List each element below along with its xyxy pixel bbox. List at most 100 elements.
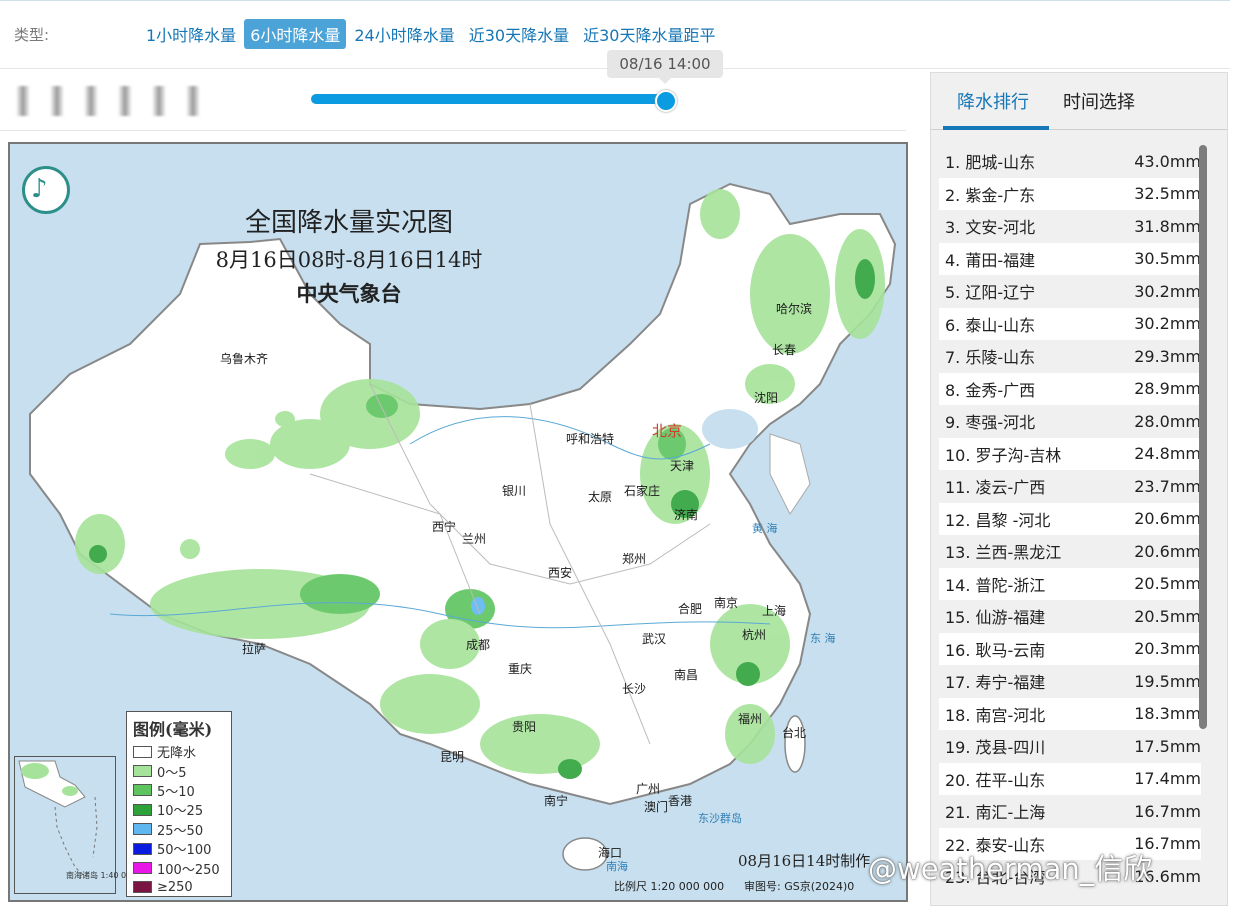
city-label: 武汉	[642, 632, 667, 646]
legend-item: 无降水	[133, 742, 225, 761]
ranking-value: 16.7mm	[1134, 801, 1201, 821]
legend-swatch	[133, 862, 152, 875]
tab-6h-precip[interactable]: 6小时降水量	[244, 19, 347, 49]
ranking-value: 17.4mm	[1134, 769, 1201, 789]
weibo-watermark: @weatherman_信欣	[868, 852, 1153, 886]
ranking-row[interactable]: 9. 枣强-河北 28.0mm	[939, 405, 1201, 438]
ranking-row[interactable]: 5. 辽阳-辽宁 30.2mm	[939, 275, 1201, 308]
legend-swatch	[133, 842, 152, 855]
ranking-station: 5. 辽阳-辽宁	[945, 283, 1036, 303]
map-scale: 比例尺 1:20 000 000	[614, 880, 725, 893]
ranking-station: 12. 昌黎 -河北	[945, 510, 1051, 530]
ranking-station: 17. 寿宁-福建	[945, 673, 1046, 693]
ranking-station: 8. 金秀-广西	[945, 380, 1036, 400]
legend-item: 0～5	[133, 761, 225, 781]
ranking-row[interactable]: 20. 茌平-山东 17.4mm	[939, 762, 1201, 795]
city-label: 杭州	[742, 628, 767, 642]
blurred-play-controls	[16, 86, 200, 116]
ranking-row[interactable]: 19. 茂县-四川 17.5mm	[939, 730, 1201, 763]
map-period: 8月16日08时-8月16日14时	[215, 248, 483, 272]
time-slider-track[interactable]	[311, 94, 665, 104]
legend-title: 图例(毫米)	[133, 720, 213, 739]
ranking-row[interactable]: 17. 寿宁-福建 19.5mm	[939, 665, 1201, 698]
ranking-scrollbar[interactable]	[1199, 145, 1207, 729]
ranking-row[interactable]: 1. 肥城-山东 43.0mm	[939, 145, 1201, 178]
ranking-value: 30.5mm	[1134, 249, 1201, 269]
legend-label: 25～50	[157, 823, 204, 839]
legend-item: 50～100	[133, 839, 225, 858]
ranking-row[interactable]: 2. 紫金-广东 32.5mm	[939, 177, 1201, 210]
tab-time-select[interactable]: 时间选择	[1063, 88, 1135, 114]
tab-1h-precip[interactable]: 1小时降水量	[140, 19, 242, 49]
production-time: 08月16日14时制作	[738, 852, 871, 870]
ranking-value: 28.0mm	[1134, 411, 1201, 431]
ranking-row[interactable]: 4. 莆田-福建 30.5mm	[939, 242, 1201, 275]
legend-swatch	[133, 803, 152, 816]
time-slider-handle[interactable]	[655, 90, 677, 112]
ranking-row[interactable]: 3. 文安-河北 31.8mm	[939, 210, 1201, 243]
legend-swatch	[133, 881, 152, 894]
city-label: 哈尔滨	[776, 302, 813, 316]
city-label: 台北	[782, 726, 807, 740]
ranking-value: 19.5mm	[1134, 671, 1201, 691]
ranking-row[interactable]: 16. 耿马-云南 20.3mm	[939, 632, 1201, 665]
ranking-row[interactable]: 13. 兰西-黑龙江 20.6mm	[939, 535, 1201, 568]
ranking-row[interactable]: 6. 泰山-山东 30.2mm	[939, 307, 1201, 340]
city-label: 郑州	[622, 552, 647, 566]
city-label: 长沙	[622, 682, 647, 696]
tab-30d-anomaly[interactable]: 近30天降水量距平	[577, 19, 721, 49]
ranking-row[interactable]: 8. 金秀-广西 28.9mm	[939, 372, 1201, 405]
city-label: 乌鲁木齐	[220, 352, 269, 366]
city-label: 上海	[762, 604, 787, 618]
ranking-value: 20.6mm	[1134, 509, 1201, 529]
city-label: 香港	[668, 794, 693, 808]
panel-tabs: 降水排行 时间选择	[931, 73, 1227, 130]
legend-label: 100～250	[157, 862, 220, 878]
ranking-station: 20. 茌平-山东	[945, 770, 1046, 790]
city-label: 贵阳	[512, 720, 537, 734]
city-label: 南宁	[544, 794, 569, 808]
ranking-row[interactable]: 21. 南汇-上海 16.7mm	[939, 795, 1201, 828]
city-label: 长春	[772, 343, 797, 357]
ranking-row[interactable]: 7. 乐陵-山东 29.3mm	[939, 340, 1201, 373]
map-agency: 中央气象台	[296, 281, 402, 306]
ranking-station: 21. 南汇-上海	[945, 803, 1046, 823]
legend-label: 50～100	[157, 843, 212, 859]
ranking-value: 30.2mm	[1134, 281, 1201, 301]
ranking-value: 30.2mm	[1134, 314, 1201, 334]
ranking-value: 20.3mm	[1134, 639, 1201, 659]
ranking-row[interactable]: 15. 仙游-福建 20.5mm	[939, 600, 1201, 633]
sea-label: 东 海	[810, 632, 836, 645]
ranking-value: 17.5mm	[1134, 736, 1201, 756]
ranking-panel: 降水排行 时间选择 1. 肥城-山东 43.0mm 2. 紫金-广东 32.5mm 3.…	[930, 72, 1228, 906]
ranking-row[interactable]: 12. 昌黎 -河北 20.6mm	[939, 502, 1201, 535]
city-label: 昆明	[440, 750, 465, 764]
legend-item: 5～10	[133, 781, 225, 800]
legend-label: 5～10	[157, 784, 195, 800]
tab-24h-precip[interactable]: 24小时降水量	[348, 19, 460, 49]
ranking-row[interactable]: 18. 南宫-河北 18.3mm	[939, 697, 1201, 730]
ranking-value: 20.5mm	[1134, 574, 1201, 594]
ranking-station: 10. 罗子沟-吉林	[945, 445, 1062, 465]
legend-label: 无降水	[157, 746, 197, 762]
ranking-row[interactable]: 14. 普陀-浙江 20.5mm	[939, 567, 1201, 600]
sea-label: 南海	[606, 860, 628, 873]
map-approval-number: 审图号: GS京(2024)0	[744, 880, 855, 893]
city-label: 呼和浩特	[566, 432, 615, 446]
tab-30d-precip[interactable]: 近30天降水量	[463, 19, 575, 49]
tab-precip-ranking[interactable]: 降水排行	[957, 88, 1029, 114]
city-label: 天津	[670, 459, 695, 473]
map-title: 全国降水量实况图	[244, 208, 453, 238]
legend-item: ≥250	[133, 878, 225, 897]
city-label: 澳门	[644, 800, 669, 814]
ranking-row[interactable]: 11. 凌云-广西 23.7mm	[939, 470, 1201, 503]
legend-label: 0～5	[157, 765, 187, 781]
ranking-value: 31.8mm	[1134, 216, 1201, 236]
active-tab-indicator	[943, 126, 1049, 130]
ranking-station: 6. 泰山-山东	[945, 315, 1036, 335]
ranking-station: 19. 茂县-四川	[945, 738, 1046, 758]
map-legend: 图例(毫米) 无降水 0～5 5～10 10～25 25～50 50～100 1…	[126, 711, 232, 897]
ranking-row[interactable]: 10. 罗子沟-吉林 24.8mm	[939, 437, 1201, 470]
sea-label: 东沙群岛	[698, 812, 742, 825]
ranking-station: 7. 乐陵-山东	[945, 348, 1036, 368]
